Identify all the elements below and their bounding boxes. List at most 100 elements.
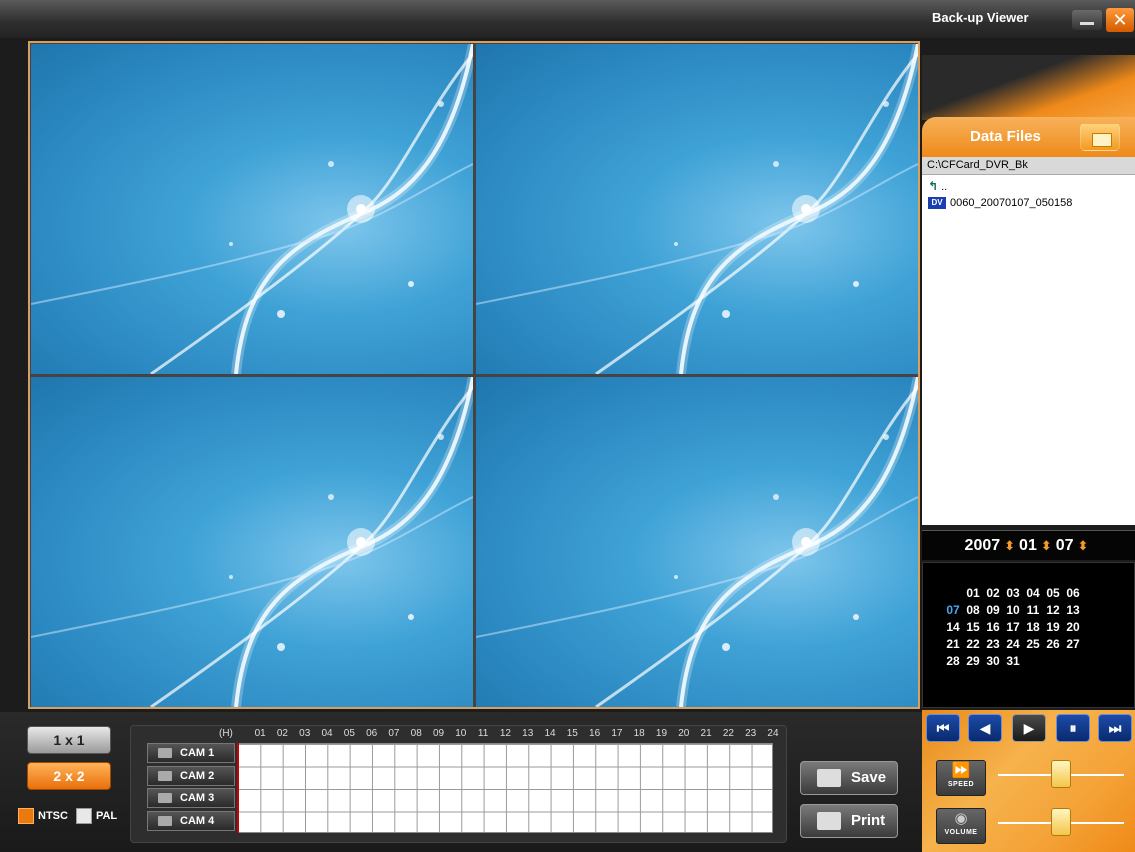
play-button[interactable]: ▶ xyxy=(1012,714,1046,742)
open-folder-button[interactable] xyxy=(1080,123,1120,151)
save-label: Save xyxy=(851,769,887,786)
calendar-day[interactable]: 06 xyxy=(1063,585,1083,602)
calendar-day[interactable]: 07 xyxy=(943,602,963,619)
video-channel-1[interactable] xyxy=(31,44,473,374)
calendar-day[interactable]: 22 xyxy=(963,636,983,653)
volume-slider[interactable] xyxy=(1051,808,1071,836)
calendar-day[interactable]: 05 xyxy=(1043,585,1063,602)
calendar-empty-cell xyxy=(943,585,963,602)
month-spinner-icon[interactable]: ⬍ xyxy=(1041,539,1052,552)
calendar-day[interactable]: 30 xyxy=(983,653,1003,670)
hour-tick-label: 03 xyxy=(299,728,311,739)
camera-row-label[interactable]: CAM 2 xyxy=(147,765,235,786)
hour-tick-label: 02 xyxy=(276,728,288,739)
close-button[interactable]: ✕ xyxy=(1106,8,1134,32)
video-frame-image xyxy=(476,44,918,374)
hour-tick-label: 22 xyxy=(722,728,734,739)
video-grid xyxy=(28,41,920,709)
rewind-icon: ◀ xyxy=(979,720,991,736)
camera-row-label[interactable]: CAM 4 xyxy=(147,810,235,831)
year-spinner-icon[interactable]: ⬍ xyxy=(1004,539,1015,552)
camera-name: CAM 3 xyxy=(180,792,215,804)
hour-tick-label: 13 xyxy=(522,728,534,739)
play-icon: ▶ xyxy=(1023,720,1035,736)
calendar-day[interactable]: 01 xyxy=(963,585,983,602)
timeline-panel: (H) 01 02 03 04 05 06 07 08 09 10 11 12 13 14 15 16 17 18… xyxy=(130,725,787,843)
save-button[interactable]: Save xyxy=(800,761,898,795)
ntsc-checkbox[interactable] xyxy=(18,808,34,824)
video-frame-image xyxy=(31,377,473,707)
camera-icon xyxy=(158,770,172,781)
camera-icon xyxy=(158,815,172,826)
camera-name: CAM 4 xyxy=(180,814,215,827)
skip-back-button[interactable]: ⏮ xyxy=(926,714,960,742)
hour-tick-label: 23 xyxy=(745,728,757,739)
hour-tick-label: 15 xyxy=(566,728,578,739)
panel-decoration xyxy=(922,55,1135,120)
title-bar: Back-up Viewer ✕ xyxy=(0,0,1135,38)
video-frame-image xyxy=(31,44,473,374)
data-files-title: Data Files xyxy=(970,128,1041,145)
calendar-day[interactable]: 29 xyxy=(963,653,983,670)
hour-tick-label: 19 xyxy=(655,728,668,739)
video-channel-2[interactable] xyxy=(476,44,918,374)
calendar-day[interactable]: 04 xyxy=(1023,585,1043,602)
calendar-day[interactable]: 09 xyxy=(983,602,1003,619)
calendar-day[interactable]: 10 xyxy=(1003,602,1023,619)
calendar-day[interactable]: 21 xyxy=(943,636,963,653)
current-path: C:\CFCard_DVR_Bk xyxy=(922,157,1135,175)
calendar-day[interactable]: 11 xyxy=(1023,602,1043,619)
calendar-grid: 01 02 03 04 05 06 07 08 09 10 11 12 13 14 15 16 17 18 19 20… xyxy=(943,585,1083,670)
video-channel-3[interactable] xyxy=(31,377,473,707)
camera-row-label[interactable]: CAM 3 xyxy=(147,788,235,808)
rewind-button[interactable]: ◀ xyxy=(968,714,1002,742)
window-title: Back-up Viewer xyxy=(932,10,1029,25)
calendar-day[interactable]: 31 xyxy=(1003,653,1023,670)
calendar-day[interactable]: 20 xyxy=(1063,619,1083,636)
camera-row-label[interactable]: CAM 1 xyxy=(147,743,235,763)
print-button[interactable]: Print xyxy=(800,804,898,838)
calendar-day[interactable]: 18 xyxy=(1023,619,1043,636)
volume-button[interactable]: ◉ VOLUME xyxy=(936,808,986,844)
printer-icon xyxy=(817,812,841,830)
layout-1x1-button[interactable]: 1 x 1 xyxy=(27,726,111,754)
calendar-day[interactable]: 16 xyxy=(983,619,1003,636)
day-value: 07 xyxy=(1055,536,1074,554)
timeline-grid[interactable] xyxy=(237,743,773,833)
file-item[interactable]: DV 0060_20070107_050158 xyxy=(922,195,1135,211)
calendar-day[interactable]: 19 xyxy=(1043,619,1063,636)
calendar-day[interactable]: 17 xyxy=(1003,619,1023,636)
calendar-day[interactable]: 26 xyxy=(1043,636,1063,653)
calendar-day[interactable]: 15 xyxy=(963,619,983,636)
year-value: 2007 xyxy=(964,536,1001,554)
calendar-day[interactable]: 23 xyxy=(983,636,1003,653)
minimize-button[interactable] xyxy=(1072,10,1102,30)
calendar-day[interactable]: 24 xyxy=(1003,636,1023,653)
playback-controls: ⏮ ◀ ▶ ⏸ ⏭ ⏩ SPEED ◉ VOLUME xyxy=(922,710,1135,852)
calendar-day[interactable]: 28 xyxy=(943,653,963,670)
calendar-day[interactable]: 27 xyxy=(1063,636,1083,653)
calendar-empty-cell xyxy=(1023,653,1043,670)
speed-slider[interactable] xyxy=(1051,760,1071,788)
video-file-icon: DV xyxy=(928,197,946,209)
pause-button[interactable]: ⏸ xyxy=(1056,714,1090,742)
layout-2x2-button[interactable]: 2 x 2 xyxy=(27,762,111,790)
calendar-day[interactable]: 25 xyxy=(1023,636,1043,653)
hour-unit-label: (H) xyxy=(219,728,233,739)
hour-tick-label: 18 xyxy=(633,728,645,739)
day-spinner-icon[interactable]: ⬍ xyxy=(1078,539,1089,552)
timeline-cursor[interactable] xyxy=(237,743,239,833)
pal-checkbox[interactable] xyxy=(75,808,92,824)
video-channel-4[interactable] xyxy=(476,377,918,707)
calendar-day[interactable]: 03 xyxy=(1003,585,1023,602)
calendar-empty-cell xyxy=(1043,653,1063,670)
parent-folder-item[interactable]: ↰.. xyxy=(922,175,1135,195)
calendar-day[interactable]: 14 xyxy=(943,619,963,636)
calendar-day[interactable]: 12 xyxy=(1043,602,1063,619)
calendar-day[interactable]: 02 xyxy=(983,585,1003,602)
speed-button[interactable]: ⏩ SPEED xyxy=(936,760,986,796)
calendar-day[interactable]: 08 xyxy=(963,602,983,619)
skip-forward-button[interactable]: ⏭ xyxy=(1098,714,1132,742)
hour-tick-label: 08 xyxy=(410,728,422,739)
calendar-day[interactable]: 13 xyxy=(1063,602,1083,619)
